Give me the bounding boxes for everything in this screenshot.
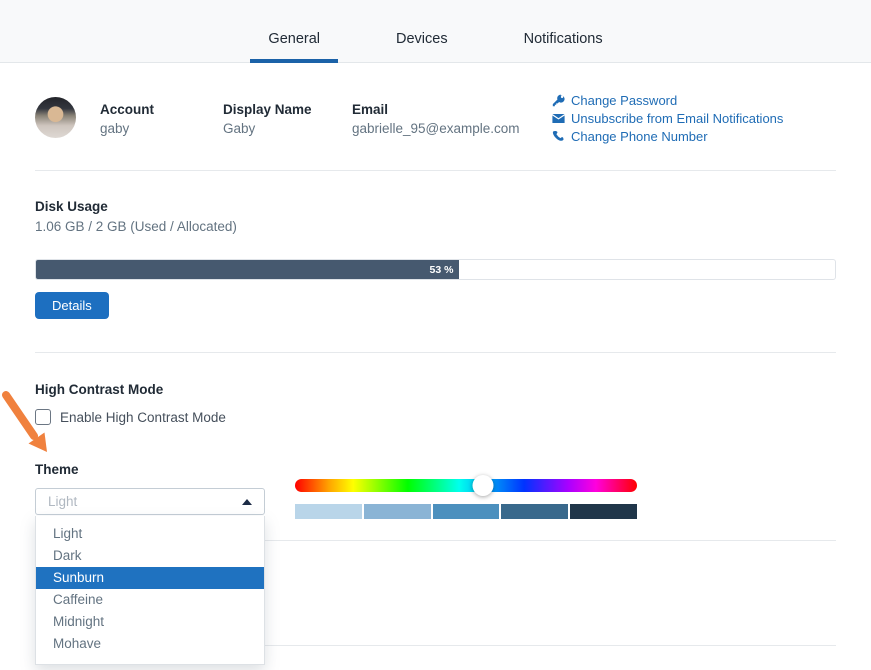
tab-devices[interactable]: Devices (378, 31, 466, 62)
theme-title: Theme (35, 462, 79, 477)
theme-dropdown-menu: Light Dark Sunburn Caffeine Midnight Moh… (35, 516, 265, 665)
email-value: gabrielle_95@example.com (352, 121, 520, 136)
tab-notifications[interactable]: Notifications (506, 31, 621, 62)
account-label: Account (100, 102, 154, 117)
theme-option-caffeine[interactable]: Caffeine (36, 589, 264, 611)
avatar (35, 97, 76, 138)
phone-icon (552, 130, 565, 143)
disk-progress-percent: 53 % (430, 264, 454, 276)
hue-slider[interactable] (295, 479, 637, 492)
theme-option-midnight[interactable]: Midnight (36, 611, 264, 633)
change-phone-link[interactable]: Change Phone Number (552, 129, 783, 144)
tab-general[interactable]: General (250, 31, 338, 62)
theme-select[interactable]: Light (35, 488, 265, 515)
palette-swatch (501, 504, 568, 519)
palette-swatch (570, 504, 637, 519)
email-field: Email gabrielle_95@example.com (352, 102, 520, 136)
key-icon (552, 94, 565, 107)
high-contrast-row: Enable High Contrast Mode (35, 409, 226, 425)
tab-bar: General Devices Notifications (0, 0, 871, 63)
divider (35, 170, 836, 171)
high-contrast-title: High Contrast Mode (35, 382, 163, 397)
unsubscribe-email-label: Unsubscribe from Email Notifications (571, 111, 783, 126)
account-value: gaby (100, 121, 154, 136)
unsubscribe-email-link[interactable]: Unsubscribe from Email Notifications (552, 111, 783, 126)
theme-option-sunburn[interactable]: Sunburn (36, 567, 264, 589)
palette-swatches (295, 504, 637, 519)
disk-progress-bar: 53 % (35, 259, 836, 280)
palette-swatch (364, 504, 431, 519)
change-phone-label: Change Phone Number (571, 129, 708, 144)
high-contrast-checkbox[interactable] (35, 409, 51, 425)
hue-slider-thumb[interactable] (473, 475, 494, 496)
display-name-value: Gaby (223, 121, 312, 136)
details-button[interactable]: Details (35, 292, 109, 319)
change-password-link[interactable]: Change Password (552, 93, 783, 108)
settings-page: General Devices Notifications Account ga… (0, 0, 871, 670)
disk-progress-fill: 53 % (36, 260, 459, 279)
theme-option-dark[interactable]: Dark (36, 545, 264, 567)
chevron-up-icon (242, 499, 252, 505)
palette-swatch (433, 504, 500, 519)
display-name-label: Display Name (223, 102, 312, 117)
email-label: Email (352, 102, 520, 117)
high-contrast-checkbox-label: Enable High Contrast Mode (60, 410, 226, 425)
envelope-icon (552, 112, 565, 125)
display-name-field: Display Name Gaby (223, 102, 312, 136)
annotation-arrow-icon (0, 391, 60, 465)
divider (35, 352, 836, 353)
account-field: Account gaby (100, 102, 154, 136)
disk-usage-value: 1.06 GB / 2 GB (Used / Allocated) (35, 219, 237, 234)
palette-swatch (295, 504, 362, 519)
account-links: Change Password Unsubscribe from Email N… (552, 93, 783, 144)
theme-select-value: Light (48, 494, 242, 509)
theme-option-light[interactable]: Light (36, 523, 264, 545)
disk-usage-title: Disk Usage (35, 199, 108, 214)
theme-option-mohave[interactable]: Mohave (36, 633, 264, 655)
change-password-label: Change Password (571, 93, 677, 108)
